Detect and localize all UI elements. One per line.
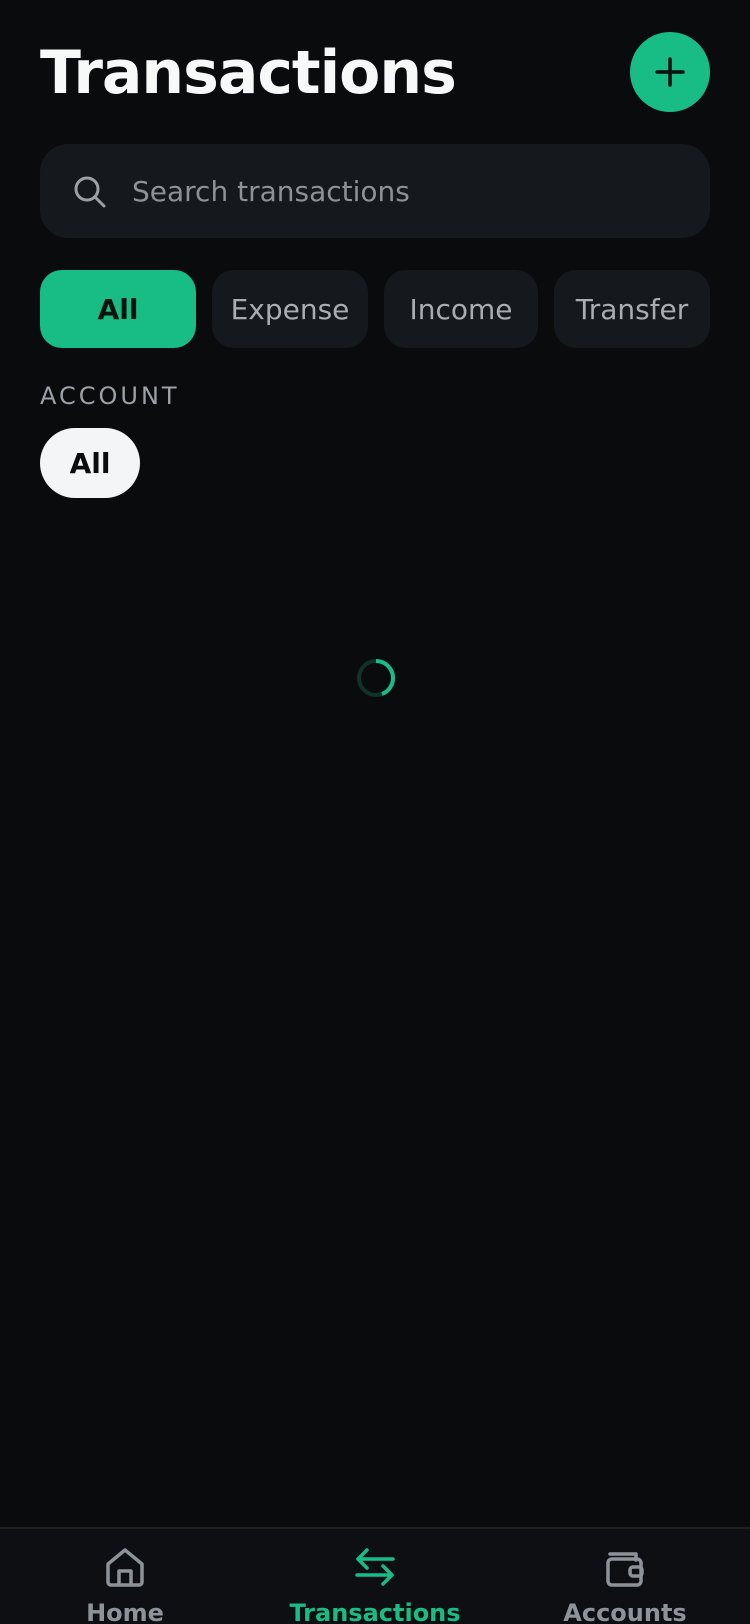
account-chip-label: All <box>69 446 111 480</box>
bottom-navigation: Home Transactions Accounts <box>0 1527 750 1624</box>
filter-chip-label: Income <box>409 292 513 326</box>
nav-label-transactions: Transactions <box>289 1599 461 1624</box>
nav-item-transactions[interactable]: Transactions <box>250 1529 500 1624</box>
filter-chip-label: Expense <box>230 292 350 326</box>
search-icon <box>74 176 106 208</box>
filter-chip-label: Transfer <box>575 292 689 326</box>
add-transaction-button[interactable] <box>630 32 710 112</box>
account-section-label: ACCOUNT <box>40 382 180 410</box>
wallet-icon <box>606 1552 644 1587</box>
nav-label-accounts: Accounts <box>563 1599 687 1624</box>
filter-chip-label: All <box>97 292 139 326</box>
filter-chip-income[interactable]: Income <box>384 270 538 348</box>
filter-chip-expense[interactable]: Expense <box>212 270 368 348</box>
home-icon <box>106 1548 144 1587</box>
plus-icon <box>655 57 685 87</box>
filter-chip-transfer[interactable]: Transfer <box>554 270 710 348</box>
account-chip-all[interactable]: All <box>40 428 140 498</box>
transactions-screen: Transactions All Expense Income Transfer… <box>0 0 750 1624</box>
type-filter-tabs: All Expense Income Transfer <box>40 270 710 348</box>
filter-chip-all[interactable]: All <box>40 270 196 348</box>
nav-item-accounts[interactable]: Accounts <box>500 1529 750 1624</box>
loading-spinner <box>357 659 396 697</box>
header: Transactions <box>40 32 710 112</box>
nav-item-home[interactable]: Home <box>0 1529 250 1624</box>
page-title: Transactions <box>40 38 457 108</box>
search-input[interactable] <box>132 144 692 238</box>
transfer-arrows-icon <box>355 1548 395 1586</box>
search-bar[interactable] <box>40 144 710 238</box>
nav-label-home: Home <box>86 1599 164 1624</box>
